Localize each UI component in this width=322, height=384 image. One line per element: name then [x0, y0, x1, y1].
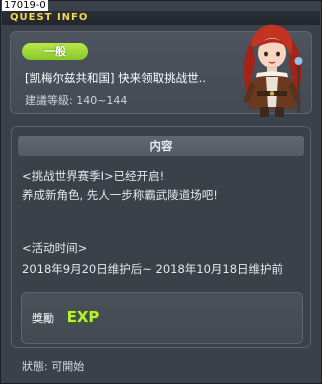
- content-header: 内容: [18, 136, 304, 156]
- exp-icon-text: EXP: [67, 308, 100, 326]
- reward-label: 獎勵: [32, 312, 54, 325]
- quest-id-label: 17019-0: [2, 0, 48, 11]
- window-title: QUEST INFO: [10, 12, 89, 23]
- content-line: 养成新角色, 先人一步称霸武陵道场吧!: [22, 188, 218, 202]
- content-line: 2018年9月20日维护后~ 2018年10月18日维护前: [22, 262, 284, 276]
- reward-box: 獎勵 EXP: [21, 292, 303, 344]
- quest-category-badge: 一般: [22, 43, 88, 60]
- quest-info-window: QUEST INFO 一般 [凯梅尔兹共和国] 快来领取挑战世.. 建議等級: …: [0, 0, 322, 384]
- quest-recommended-level: 建議等級: 140~144: [25, 94, 128, 107]
- exp-icon: EXP: [66, 307, 100, 326]
- content-line: <活动时间>: [22, 241, 88, 255]
- npc-portrait: [243, 24, 303, 117]
- quest-status: 狀態: 可開始: [22, 360, 85, 373]
- content-line: <挑战世界赛季I>已经开启!: [22, 169, 165, 183]
- quest-name: [凯梅尔兹共和国] 快来领取挑战世..: [25, 71, 206, 85]
